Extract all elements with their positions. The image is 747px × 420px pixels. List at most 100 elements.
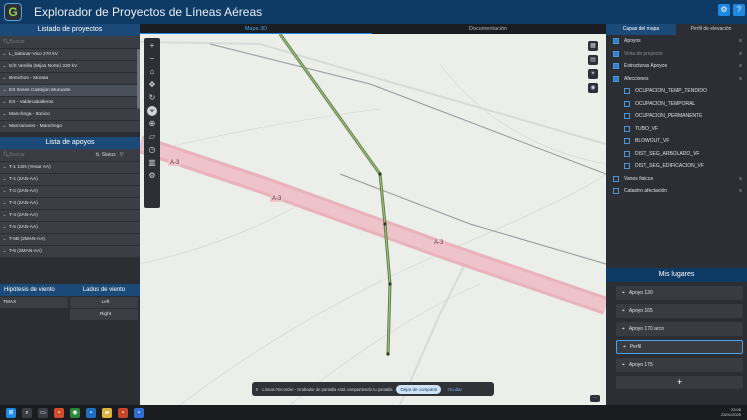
map-collapse-icon[interactable]: ⋯ xyxy=(590,395,600,402)
layer-item[interactable]: Catastro afectación ≡ xyxy=(606,185,747,198)
measure-icon[interactable]: ⊕ xyxy=(147,119,157,129)
layer-item[interactable]: OCUPACION_PERMANENTE xyxy=(606,110,747,123)
layer-item[interactable]: Estructuras Apoyos ≡ xyxy=(606,60,747,73)
eye-icon[interactable]: ◉ xyxy=(588,83,598,93)
place-item[interactable]: ⌖ Apoyo 170 arco xyxy=(616,322,743,336)
help-icon[interactable]: ? xyxy=(733,4,745,16)
print-icon[interactable]: ▤ xyxy=(588,55,598,65)
supports-search-input[interactable] xyxy=(9,152,80,158)
status-label[interactable]: Status xyxy=(102,152,116,158)
place-item[interactable]: ⌖ Apoyo 175 xyxy=(616,358,743,372)
browser-icon[interactable]: ◉ xyxy=(70,407,80,418)
settings-icon[interactable]: ⚙ xyxy=(147,171,157,181)
support-item[interactable]: ⌁ T-1 (2AN-AA) xyxy=(0,174,140,186)
support-item[interactable]: ⌁ T-5 (2AN-AA) xyxy=(0,222,140,234)
place-item[interactable]: ⌖ Perfil xyxy=(616,340,743,354)
layer-options-icon[interactable]: ≡ xyxy=(739,188,742,194)
hide-link[interactable]: Ocultar xyxy=(447,387,462,392)
tab-mapa-3d[interactable]: Mapa 3D xyxy=(140,24,372,34)
layer-options-icon[interactable]: ≡ xyxy=(739,51,742,57)
map-canvas[interactable] xyxy=(140,24,606,405)
layer-item[interactable]: OCUPACION_TEMPORAL xyxy=(606,98,747,111)
project-item[interactable]: ⌁ ES Itoses Castejon Muruarte xyxy=(0,85,140,97)
layer-item[interactable]: Afecciones ≡ xyxy=(606,73,747,86)
rotate-icon[interactable]: ↻ xyxy=(147,93,157,103)
projects-search-input[interactable] xyxy=(9,39,90,45)
app-icon[interactable]: ▪ xyxy=(54,407,64,418)
layer-checkbox[interactable] xyxy=(613,175,619,182)
support-item[interactable]: ⌁ T-2 (2AN-AA) xyxy=(0,186,140,198)
layer-options-icon[interactable]: ≡ xyxy=(739,76,742,82)
wind-side-item[interactable]: Left xyxy=(70,297,138,309)
layer-item[interactable]: TUBO_VF xyxy=(606,123,747,136)
tab-perfil[interactable]: Perfil de elevación xyxy=(676,24,746,35)
project-item[interactable]: ⌁ Manzanares - Manchego xyxy=(0,121,140,133)
filter-icon[interactable]: ▽ xyxy=(120,152,124,158)
layer-item[interactable]: Apoyos ≡ xyxy=(606,35,747,48)
layer-checkbox[interactable] xyxy=(613,38,619,45)
layer-item[interactable]: Vista de proyecto ≡ xyxy=(606,48,747,61)
layer-checkbox[interactable] xyxy=(624,88,630,95)
project-item[interactable]: ⌁ L_Sabinar-Vico 270 kV xyxy=(0,49,140,61)
wind-side-item[interactable]: Right xyxy=(70,309,138,321)
sun-icon[interactable]: ☀ xyxy=(588,69,598,79)
layer-checkbox[interactable] xyxy=(613,188,619,195)
layer-options-icon[interactable]: ≡ xyxy=(739,38,742,44)
system-tray[interactable]: 23:06 23/01/2025 xyxy=(721,407,741,417)
tab-capas[interactable]: Capas del mapa xyxy=(606,24,676,35)
layer-checkbox[interactable] xyxy=(624,138,630,145)
move-icon[interactable]: ✥ xyxy=(147,80,157,90)
map-view[interactable]: A-3 A-3 A-3 Mapa 3D Documentación ▦ ▤ ☀ ◉ … xyxy=(140,24,606,405)
support-item[interactable]: ⌁ T-4 (2AN-AA) xyxy=(0,210,140,222)
compass-icon[interactable]: ⌖ xyxy=(147,106,157,116)
layer-options-icon[interactable]: ≡ xyxy=(739,176,742,182)
layer-item[interactable]: OCUPACION_TEMP_TENDIDO xyxy=(606,85,747,98)
home-icon[interactable]: ⌂ xyxy=(147,67,157,77)
layer-checkbox[interactable] xyxy=(613,63,619,70)
layer-checkbox[interactable] xyxy=(624,150,630,157)
wind-hypothesis-item[interactable]: TMAX xyxy=(0,297,68,309)
project-item[interactable]: ⌁ Manchega - Itonico xyxy=(0,109,140,121)
support-item[interactable]: ⌁ T-3 (2AN-AA) xyxy=(0,198,140,210)
layer-item[interactable]: BLOWOUT_VF xyxy=(606,135,747,148)
tab-documentacion[interactable]: Documentación xyxy=(372,24,604,34)
basemap-icon[interactable]: ▦ xyxy=(588,41,598,51)
gear-icon[interactable]: ⚙ xyxy=(718,4,730,16)
layer-checkbox[interactable] xyxy=(624,100,630,107)
layer-checkbox[interactable] xyxy=(613,75,619,82)
layer-options-icon[interactable]: ≡ xyxy=(739,63,742,69)
add-place-button[interactable]: + xyxy=(616,376,743,389)
layer-item[interactable]: Vanos fisicos ≡ xyxy=(606,173,747,186)
support-item[interactable]: ⌁ T-1 1SN (Yesar AA) xyxy=(0,162,140,174)
sort-icon[interactable]: ⇅ xyxy=(95,152,99,158)
pause-icon[interactable]: II xyxy=(256,387,258,392)
layer-checkbox[interactable] xyxy=(624,125,630,132)
windows-start-icon[interactable]: ⊞ xyxy=(6,407,16,418)
zoom-out-icon[interactable]: − xyxy=(147,54,157,64)
projects-search[interactable]: 🔍︎ xyxy=(0,36,140,49)
place-item[interactable]: ⌖ Apoyo 130 xyxy=(616,286,743,300)
folder-icon[interactable]: ▰ xyxy=(102,407,112,418)
app-icon[interactable]: ▪ xyxy=(118,407,128,418)
supports-search[interactable]: 🔍︎ ⇅ Status ▽ xyxy=(0,149,140,162)
layer-item[interactable]: DIST_SEG_ARBOLADO_VF xyxy=(606,148,747,161)
stop-sharing-button[interactable]: Dejar de compartir xyxy=(396,384,442,394)
project-item[interactable]: ⌁ Benichon - Morata xyxy=(0,73,140,85)
project-item[interactable]: ⌁ E/S Venilla (Mijas Norte) 220 kV xyxy=(0,61,140,73)
zoom-in-icon[interactable]: + xyxy=(147,41,157,51)
place-item[interactable]: ⌖ Apoyo 165 xyxy=(616,304,743,318)
support-item[interactable]: ⌁ T-6 (2MAN-AA) xyxy=(0,246,140,258)
layer-checkbox[interactable] xyxy=(624,163,630,170)
clock-icon[interactable]: ◷ xyxy=(147,145,157,155)
layer-checkbox[interactable] xyxy=(624,113,630,120)
app-icon[interactable]: ▪ xyxy=(86,407,96,418)
layer-checkbox[interactable] xyxy=(613,50,619,57)
layers-icon[interactable]: ▥ xyxy=(147,158,157,168)
task-view-icon[interactable]: ▭ xyxy=(38,407,48,418)
search-icon[interactable]: ⌕ xyxy=(22,407,32,418)
project-item[interactable]: ⌁ ES - Valdecaballeros xyxy=(0,97,140,109)
support-item[interactable]: ⌁ T-5B (2MAN-AA) xyxy=(0,234,140,246)
area-icon[interactable]: ▱ xyxy=(147,132,157,142)
layer-item[interactable]: DIST_SEG_EDIFICACION_VF xyxy=(606,160,747,173)
app-icon[interactable]: ▪ xyxy=(134,407,144,418)
